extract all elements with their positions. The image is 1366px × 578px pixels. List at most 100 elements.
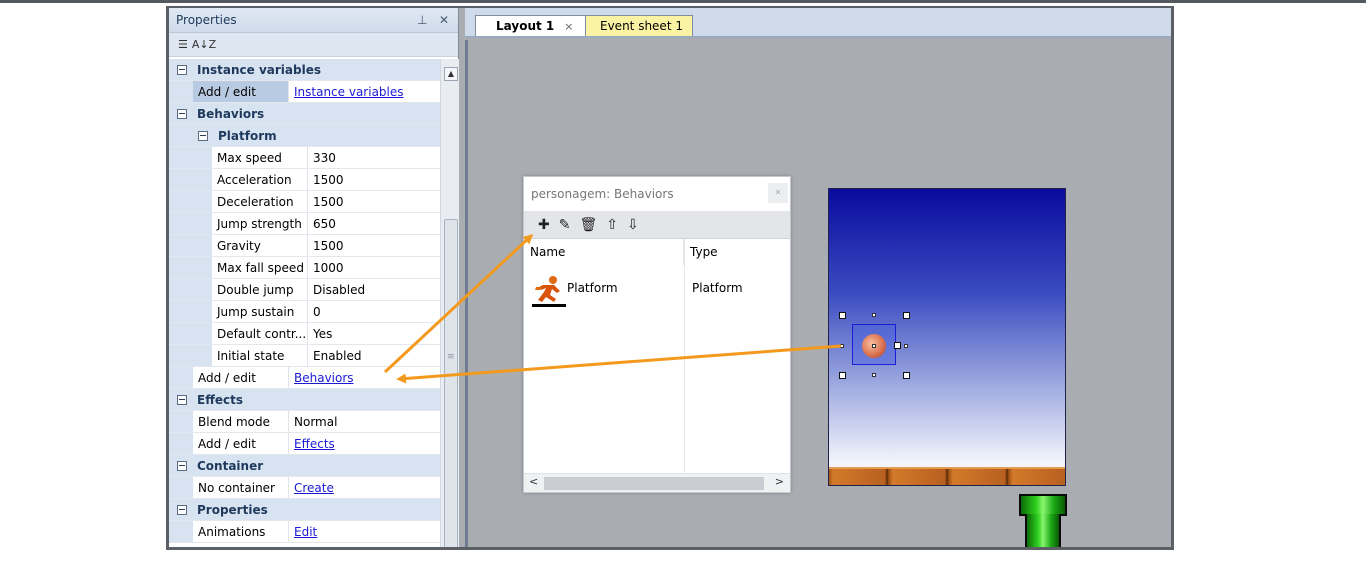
properties-scrollbar[interactable]: ▲ ≡ [440,59,459,547]
move-down-icon[interactable]: ⇩ [627,217,639,233]
property-value[interactable]: 650 [308,213,440,234]
dialog-horizontal-scrollbar[interactable]: < > [524,473,790,492]
scroll-left-icon[interactable]: < [529,475,538,488]
grip-icon: ≡ [447,352,455,362]
property-value[interactable]: 1500 [308,169,440,190]
property-name: Deceleration [212,191,308,212]
property-name: Add / edit [193,433,289,454]
property-row[interactable]: Max speed 330 [169,147,440,169]
property-value[interactable]: 1500 [308,235,440,256]
property-name: Default contr... [212,323,308,344]
category-effects[interactable]: Effects [169,389,440,411]
category-instance-variables[interactable]: Instance variables [169,59,440,81]
collapse-icon[interactable] [177,108,187,119]
property-name: Acceleration [212,169,308,190]
property-row[interactable]: Add / edit Behaviors [169,367,440,389]
scrollbar-thumb[interactable] [444,219,458,547]
add-icon[interactable]: ✚ [538,217,550,233]
close-icon[interactable]: ✕ [768,183,788,203]
properties-toolbar: ☰ A↓Z [169,33,458,57]
property-row[interactable]: Add / edit Effects [169,433,440,455]
resize-handle[interactable] [903,312,910,319]
resize-handle[interactable] [839,372,846,379]
property-name: Blend mode [193,411,289,432]
create-container-link[interactable]: Create [294,481,334,495]
property-row[interactable]: Jump strength 650 [169,213,440,235]
scroll-right-icon[interactable]: > [775,475,784,488]
move-up-icon[interactable]: ⇧ [606,217,618,233]
collapse-icon[interactable] [177,64,187,75]
property-row[interactable]: Add / edit Instance variables [169,81,440,103]
resize-handle[interactable] [894,342,901,349]
tab-layout-1[interactable]: Layout 1 × [475,15,587,36]
scrollbar-thumb[interactable] [544,477,764,490]
resize-handle[interactable] [904,344,908,348]
effects-link[interactable]: Effects [294,437,335,451]
category-properties[interactable]: Properties [169,499,440,521]
resize-handle[interactable] [903,372,910,379]
close-icon[interactable]: ✕ [439,13,449,27]
collapse-icon[interactable] [177,460,187,471]
top-rule [0,0,1366,3]
collapse-icon[interactable] [177,504,187,515]
property-row[interactable]: Acceleration 1500 [169,169,440,191]
category-platform[interactable]: Platform [169,125,440,147]
property-row[interactable]: Default contr... Yes [169,323,440,345]
property-name: Animations [193,521,289,542]
instance-variables-link[interactable]: Instance variables [294,85,404,99]
category-container[interactable]: Container [169,455,440,477]
property-row[interactable]: Gravity 1500 [169,235,440,257]
property-value[interactable]: Normal [289,411,440,432]
resize-handle[interactable] [840,344,844,348]
brick-ground [829,467,1065,485]
property-value[interactable]: Enabled [308,345,440,366]
property-row[interactable]: Double jump Disabled [169,279,440,301]
column-header-type[interactable]: Type [684,239,718,265]
property-value[interactable]: 1500 [308,191,440,212]
property-name: Max fall speed [212,257,308,278]
behaviors-link[interactable]: Behaviors [294,371,354,385]
property-value[interactable]: 1000 [308,257,440,278]
category-behaviors[interactable]: Behaviors [169,103,440,125]
origin-handle[interactable] [872,344,876,348]
property-row[interactable]: No container Create [169,477,440,499]
property-row[interactable]: Max fall speed 1000 [169,257,440,279]
property-name: No container [193,477,289,498]
behavior-name[interactable]: Platform [567,281,618,295]
resize-handle[interactable] [872,313,876,317]
property-name: Max speed [212,147,308,168]
property-grid: Instance variables Add / edit Instance v… [169,59,440,543]
property-name: Add / edit [193,81,289,102]
resize-handle[interactable] [872,373,876,377]
property-row[interactable]: Blend mode Normal [169,411,440,433]
pin-icon[interactable]: ⊥ [417,13,427,27]
collapse-icon[interactable] [198,130,208,141]
property-value[interactable]: Disabled [308,279,440,300]
scroll-up-icon[interactable]: ▲ [444,67,458,81]
delete-trash-icon[interactable]: 🗑 [579,217,597,233]
property-row[interactable]: Deceleration 1500 [169,191,440,213]
resize-handle[interactable] [839,312,846,319]
property-name: Add / edit [193,367,289,388]
document-tabs: Layout 1 × Event sheet 1 [465,8,1171,38]
behavior-type: Platform [692,281,743,295]
property-value[interactable]: Yes [308,323,440,344]
property-row[interactable]: Jump sustain 0 [169,301,440,323]
tab-event-sheet-1[interactable]: Event sheet 1 [585,15,693,36]
categorized-icon[interactable]: ☰ [178,38,188,51]
property-name: Gravity [212,235,308,256]
property-value[interactable]: 330 [308,147,440,168]
app-window: Properties ⊥ ✕ ☰ A↓Z Instance variables … [166,6,1174,550]
dialog-toolbar: ✚ ✎ 🗑 ⇧ ⇩ [524,211,790,239]
collapse-icon[interactable] [177,394,187,405]
close-tab-icon[interactable]: × [564,20,573,33]
edit-pencil-icon[interactable]: ✎ [559,217,571,233]
column-header-name[interactable]: Name [524,239,684,265]
edit-animations-link[interactable]: Edit [294,525,317,539]
properties-panel: Properties ⊥ ✕ ☰ A↓Z Instance variables … [169,8,459,547]
property-name: Initial state [212,345,308,366]
property-value[interactable]: 0 [308,301,440,322]
property-row[interactable]: Animations Edit [169,521,440,543]
property-row[interactable]: Initial state Enabled [169,345,440,367]
sort-az-icon[interactable]: A↓Z [192,38,216,51]
